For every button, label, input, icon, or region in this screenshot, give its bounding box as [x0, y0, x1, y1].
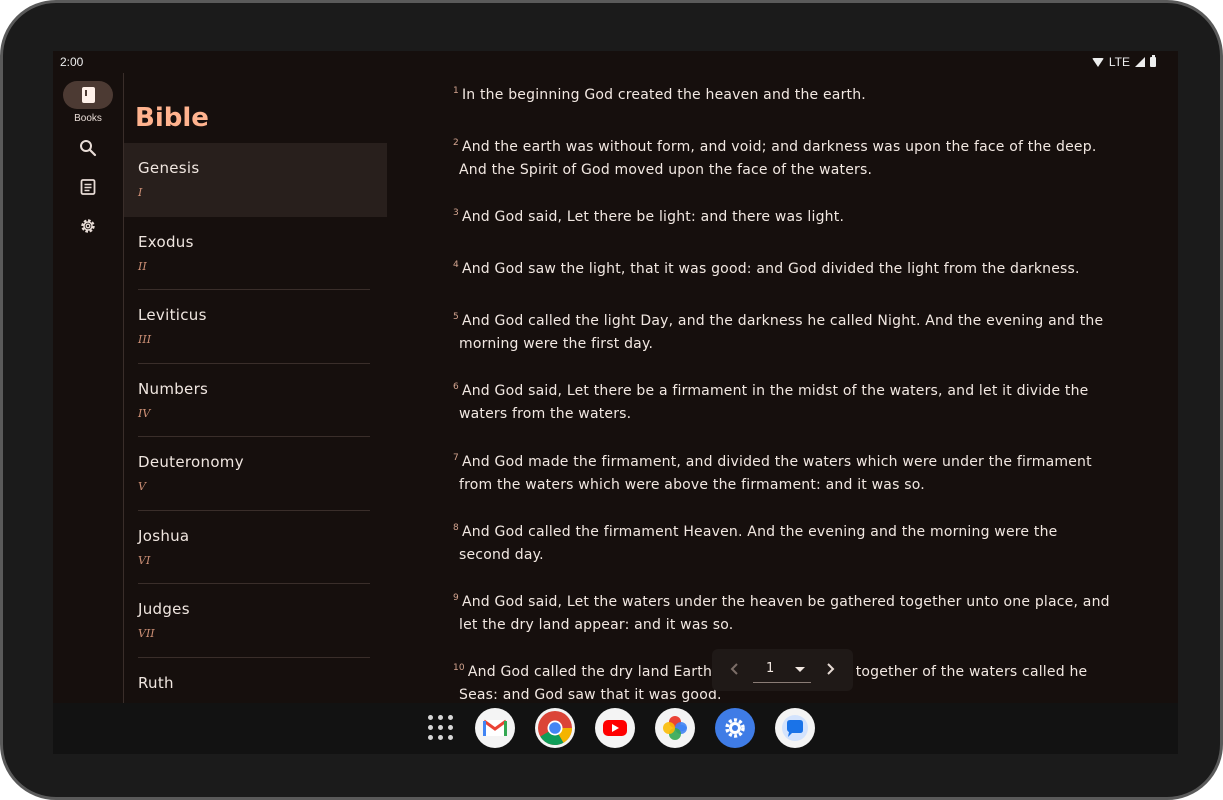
- chapter-value: 1: [766, 661, 775, 676]
- book-number: VII: [138, 627, 155, 640]
- book-icon: [81, 87, 95, 103]
- battery-icon: [1150, 55, 1156, 67]
- book-name: Judges: [138, 600, 190, 618]
- verse-text: And God said, Let there be a firmament i…: [459, 383, 1089, 422]
- status-bar: 2:00 LTE: [53, 51, 1178, 73]
- book-item-exodus[interactable]: Exodus II: [124, 217, 387, 290]
- taskbar-dock: [53, 703, 1178, 754]
- app-drawer-icon[interactable]: [428, 715, 454, 741]
- chrome-icon[interactable]: [535, 708, 575, 748]
- navigation-rail: Books: [53, 73, 123, 703]
- wifi-icon: [1091, 58, 1104, 67]
- messages-icon[interactable]: [775, 708, 815, 748]
- verse-number: 5: [453, 312, 459, 323]
- verse: 9 And God said, Let the waters under the …: [453, 591, 1113, 637]
- settings-icon[interactable]: [715, 708, 755, 748]
- verse-text: And God saw the light, that it was good:…: [461, 261, 1080, 277]
- verse: 2 And the earth was without form, and voi…: [453, 136, 1113, 182]
- verse-number: 6: [453, 382, 459, 393]
- book-name: Leviticus: [138, 306, 207, 324]
- book-number: V: [138, 480, 146, 493]
- book-item-genesis[interactable]: Genesis I: [124, 143, 387, 217]
- photos-icon[interactable]: [655, 708, 695, 748]
- chevron-right-icon: [827, 663, 835, 675]
- verse: 1 In the beginning God created the heaven…: [453, 84, 1113, 107]
- verse-text: And God said, Let the waters under the h…: [459, 594, 1110, 633]
- network-type: LTE: [1108, 55, 1130, 69]
- rail-item-books[interactable]: Books: [53, 81, 123, 124]
- book-item-leviticus[interactable]: Leviticus III: [124, 290, 387, 364]
- verse-number: 10: [453, 663, 465, 674]
- book-item-deuteronomy[interactable]: Deuteronomy V: [124, 437, 387, 511]
- book-name: Numbers: [138, 379, 209, 398]
- book-item-joshua[interactable]: Joshua VI: [124, 511, 387, 584]
- books-list[interactable]: Genesis I Exodus II Leviticus III Number…: [124, 143, 387, 703]
- verse: 5 And God called the light Day, and the d…: [453, 310, 1113, 356]
- youtube-icon[interactable]: [595, 708, 635, 748]
- next-chapter-button[interactable]: [821, 660, 839, 678]
- verse-text: And the earth was without form, and void…: [459, 139, 1097, 178]
- book-number: III: [138, 333, 152, 346]
- screen: 2:00 LTE Books Bible Genesis I Exodus II…: [53, 51, 1178, 754]
- verse-text: And God said, Let there be light: and th…: [461, 209, 845, 225]
- previous-chapter-button[interactable]: [726, 660, 744, 678]
- book-item-ruth[interactable]: Ruth: [124, 658, 387, 704]
- verse-text: And God made the firmament, and divided …: [459, 454, 1092, 493]
- rail-item-search[interactable]: [53, 139, 123, 157]
- verse-number: 3: [453, 208, 459, 219]
- verse-text: And God called the firmament Heaven. And…: [459, 524, 1058, 563]
- verse-number: 2: [453, 138, 459, 149]
- chevron-left-icon: [730, 663, 738, 675]
- rail-item-document[interactable]: [53, 178, 123, 196]
- gmail-icon[interactable]: [475, 708, 515, 748]
- book-name: Genesis: [138, 159, 200, 177]
- tablet-frame: 2:00 LTE Books Bible Genesis I Exodus II…: [0, 0, 1223, 800]
- document-icon: [80, 179, 96, 195]
- book-number: II: [138, 259, 147, 273]
- status-time: 2:00: [60, 55, 84, 69]
- gear-icon: [81, 219, 95, 233]
- verse-number: 1: [453, 86, 459, 97]
- verse: 4 And God saw the light, that it was good…: [453, 258, 1113, 281]
- book-item-judges[interactable]: Judges VII: [124, 584, 387, 658]
- book-name: Ruth: [138, 673, 174, 692]
- rail-label-books: Books: [74, 113, 102, 124]
- book-number: VI: [138, 553, 151, 567]
- verse: 3 And God said, Let there be light: and t…: [453, 206, 1113, 229]
- chapter-pager: 1: [712, 649, 853, 691]
- verse: 6 And God said, Let there be a firmament …: [453, 380, 1113, 426]
- page-title: Bible: [135, 103, 209, 133]
- verse-text: And God called the light Day, and the da…: [459, 313, 1104, 352]
- verse-number: 4: [453, 260, 459, 271]
- verse-number: 7: [453, 453, 459, 464]
- book-number: I: [138, 186, 143, 199]
- book-name: Exodus: [138, 232, 194, 251]
- verse-number: 9: [453, 593, 459, 604]
- book-item-numbers[interactable]: Numbers IV: [124, 364, 387, 437]
- search-icon: [80, 140, 97, 157]
- verse-number: 8: [453, 523, 459, 534]
- caret-down-icon: [795, 667, 805, 672]
- signal-icon: [1135, 57, 1145, 67]
- verse-text: In the beginning God created the heaven …: [461, 87, 866, 103]
- status-icons: LTE: [1091, 55, 1156, 69]
- book-name: Joshua: [138, 526, 190, 545]
- rail-item-settings[interactable]: [53, 217, 123, 235]
- verse: 7 And God made the firmament, and divided…: [453, 451, 1113, 497]
- chapter-select[interactable]: 1: [753, 657, 811, 683]
- verses-panel[interactable]: 1 In the beginning God created the heaven…: [443, 73, 1123, 703]
- book-number: IV: [138, 406, 151, 420]
- book-name: Deuteronomy: [138, 453, 244, 471]
- rail-pill-selected: [63, 81, 113, 109]
- verse: 8 And God called the firmament Heaven. An…: [453, 521, 1113, 567]
